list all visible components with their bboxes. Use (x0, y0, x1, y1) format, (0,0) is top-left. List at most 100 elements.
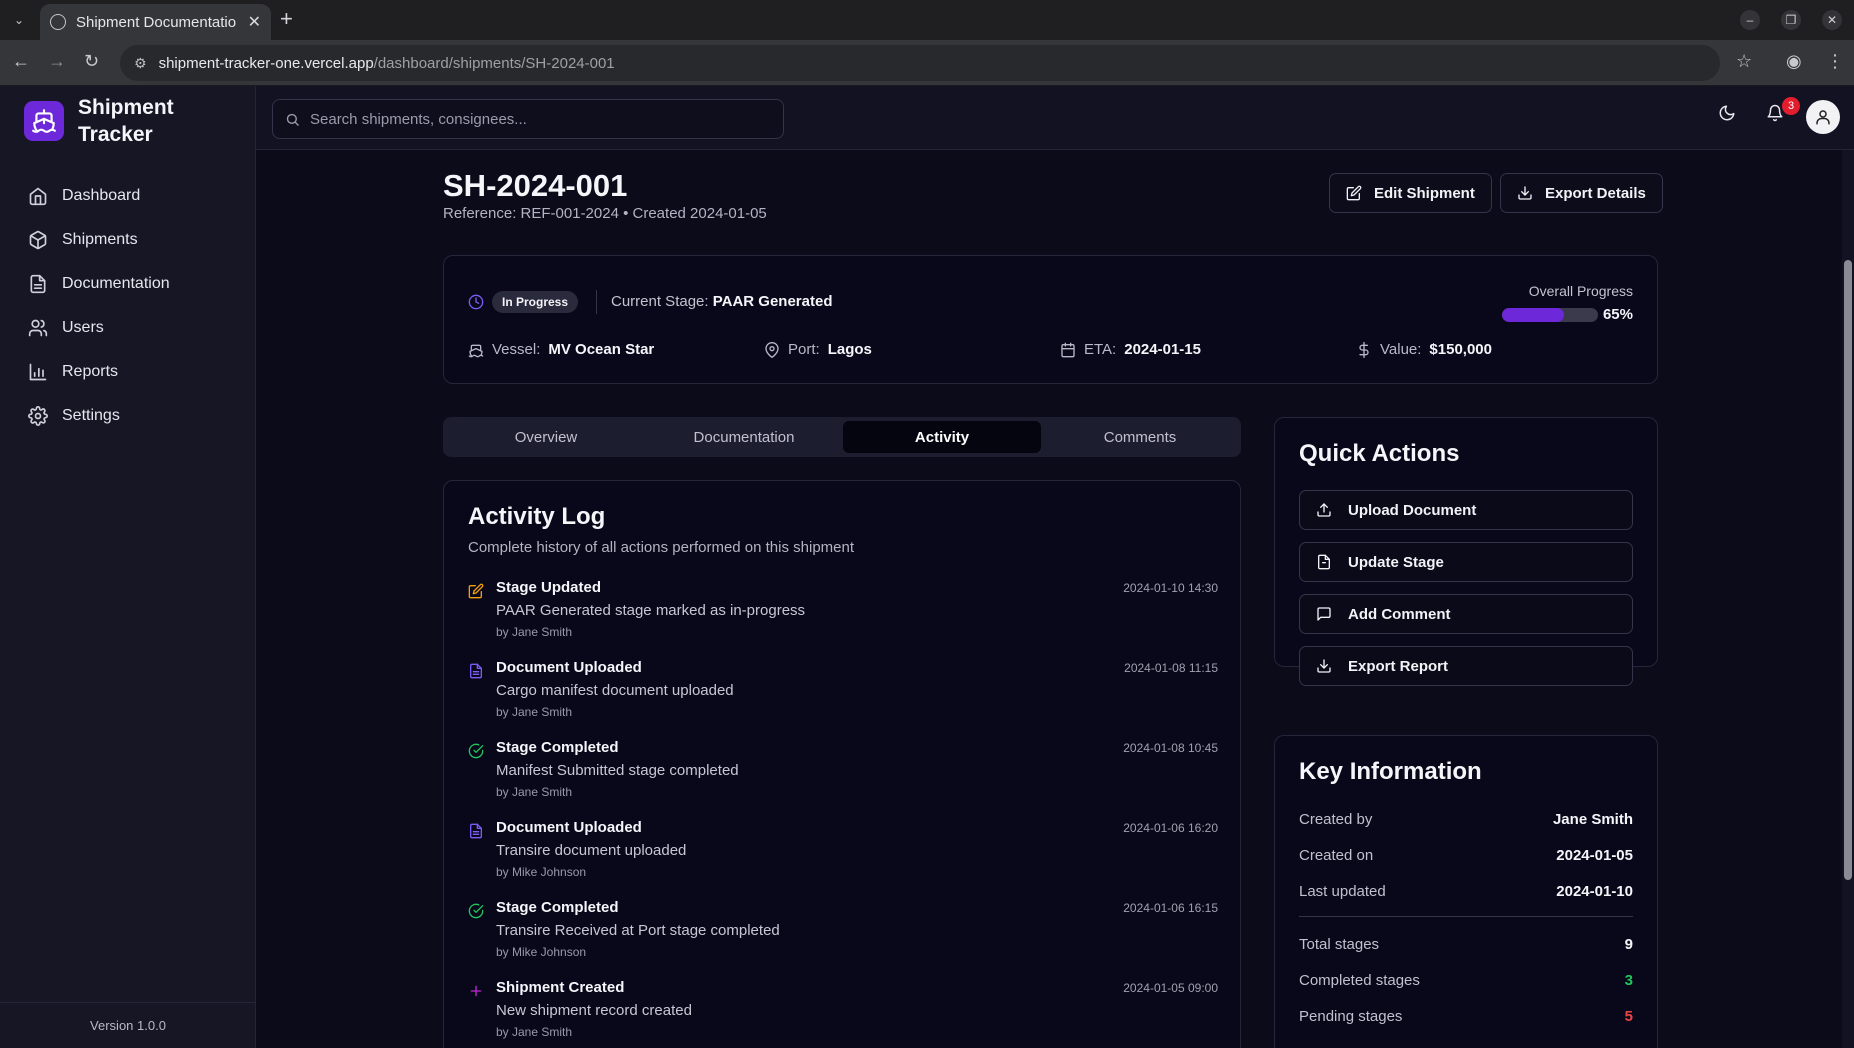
activity-title: Stage Completed (496, 899, 619, 916)
stats-value: 5 (1624, 1008, 1633, 1025)
export-report-button[interactable]: Export Report (1299, 646, 1633, 686)
menu-kebab-icon[interactable]: ⋮ (1826, 51, 1844, 72)
page-subtitle: Reference: REF-001-2024 • Created 2024-0… (443, 205, 767, 222)
add-comment-label: Add Comment (1348, 605, 1451, 623)
update-stage-button[interactable]: Update Stage (1299, 542, 1633, 582)
back-icon[interactable]: ← (12, 51, 30, 72)
check-circle-icon (468, 743, 484, 759)
tab-overview[interactable]: Overview (447, 421, 645, 453)
activity-author: by Mike Johnson (496, 945, 587, 959)
activity-author: by Mike Johnson (496, 865, 587, 879)
url-field[interactable]: ⚙ shipment-tracker-one.vercel.app/dashbo… (120, 45, 1720, 81)
activity-log-title: Activity Log (468, 503, 606, 530)
bookmark-star-icon[interactable]: ☆ (1736, 51, 1752, 72)
eta-value: 2024-01-15 (1124, 341, 1201, 358)
export-details-button[interactable]: Export Details (1500, 173, 1663, 213)
plus-icon (470, 985, 482, 997)
upload-document-button[interactable]: Upload Document (1299, 490, 1633, 530)
value-label: Value: (1380, 341, 1422, 358)
edit-icon (1346, 185, 1362, 201)
sidebar-item-settings[interactable]: Settings (0, 394, 256, 438)
shipment-status-card: In Progress Current Stage: PAAR Generate… (443, 255, 1658, 384)
sidebar-item-users[interactable]: Users (0, 306, 256, 350)
divider (1299, 916, 1633, 917)
activity-title: Stage Updated (496, 579, 602, 596)
value-value: $150,000 (1429, 341, 1492, 358)
activity-description: Transire Received at Port stage complete… (496, 922, 780, 939)
key-information-card: Key Information Created by Jane Smith Cr… (1274, 735, 1658, 1048)
stats-row: Completed stages 3 (1299, 972, 1633, 989)
restore-icon[interactable]: ❐ (1781, 10, 1801, 30)
brand[interactable]: Shipment Tracker (24, 94, 218, 148)
export-details-label: Export Details (1545, 184, 1646, 202)
close-tab-icon[interactable]: ✕ (248, 12, 261, 32)
file-icon (470, 823, 482, 839)
key-info-label: Last updated (1299, 883, 1386, 900)
eta-label: ETA: (1084, 341, 1117, 358)
file-icon (1318, 554, 1330, 570)
edit-shipment-button[interactable]: Edit Shipment (1329, 173, 1492, 213)
user-avatar[interactable] (1806, 100, 1840, 134)
dark-mode-moon-icon[interactable] (1718, 104, 1736, 127)
app-version: Version 1.0.0 (0, 1002, 256, 1048)
current-stage-value: PAAR Generated (712, 293, 833, 310)
activity-item: Stage Completed Manifest Submitted stage… (468, 739, 1218, 809)
site-info-icon[interactable]: ⚙ (134, 55, 147, 72)
search-input[interactable] (310, 110, 750, 128)
key-info-label: Created by (1299, 811, 1373, 828)
port-info: Port: Lagos (764, 341, 872, 358)
forward-icon[interactable]: → (48, 51, 66, 72)
tab-list-chevron-icon[interactable]: ⌄ (8, 9, 30, 31)
key-info-value: Jane Smith (1552, 811, 1633, 828)
globe-icon (50, 14, 66, 30)
search-box[interactable] (272, 99, 784, 139)
page-scrollbar[interactable] (1842, 150, 1854, 1048)
sidebar-item-shipments[interactable]: Shipments (0, 218, 256, 262)
main-content: SH-2024-001 Reference: REF-001-2024 • Cr… (256, 150, 1842, 1048)
sidebar-item-documentation[interactable]: Documentation (0, 262, 256, 306)
close-window-icon[interactable]: ✕ (1822, 10, 1842, 30)
home-icon (29, 187, 47, 206)
activity-item: Shipment Created New shipment record cre… (468, 979, 1218, 1048)
sidebar-item-label: Dashboard (62, 187, 141, 204)
download-icon (1317, 659, 1331, 673)
current-stage-label: Current Stage: (611, 293, 709, 310)
new-tab-icon[interactable]: + (280, 8, 293, 30)
activity-timestamp: 2024-01-06 16:15 (1123, 901, 1218, 915)
reload-icon[interactable]: ↻ (84, 51, 99, 72)
url-host: shipment-tracker-one.vercel.app (158, 54, 374, 72)
update-stage-label: Update Stage (1348, 553, 1444, 571)
ship-icon (468, 344, 484, 357)
minimize-icon[interactable]: – (1740, 10, 1760, 30)
check-circle-icon (468, 903, 484, 919)
sidebar-item-dashboard[interactable]: Dashboard (0, 174, 256, 218)
tab-activity[interactable]: Activity (843, 421, 1041, 453)
key-information-title: Key Information (1299, 758, 1482, 785)
activity-author: by Jane Smith (496, 785, 573, 799)
add-comment-button[interactable]: Add Comment (1299, 594, 1633, 634)
detail-tabs: Overview Documentation Activity Comments (443, 417, 1241, 457)
tab-title: Shipment Documentatio (76, 13, 237, 31)
activity-description: PAAR Generated stage marked as in-progre… (496, 602, 806, 619)
activity-item: Document Uploaded Cargo manifest documen… (468, 659, 1218, 729)
stats-label: Pending stages (1299, 1008, 1403, 1025)
url-path: /dashboard/shipments/SH-2024-001 (373, 54, 615, 72)
sidebar-item-reports[interactable]: Reports (0, 350, 256, 394)
notification-count-badge: 3 (1782, 97, 1800, 115)
key-info-value: 2024-01-10 (1556, 883, 1633, 900)
tab-documentation[interactable]: Documentation (645, 421, 843, 453)
browser-tab[interactable]: Shipment Documentatio ✕ (40, 4, 271, 40)
activity-item: Stage Completed Transire Received at Por… (468, 899, 1218, 969)
scrollbar-thumb[interactable] (1844, 260, 1852, 880)
profile-icon[interactable]: ◉ (1786, 51, 1802, 72)
tab-comments[interactable]: Comments (1041, 421, 1239, 453)
dollar-icon (1359, 341, 1369, 358)
activity-title: Stage Completed (496, 739, 619, 756)
sidebar-item-label: Settings (62, 407, 120, 424)
sidebar-nav: Dashboard Shipments Documentation Users … (0, 174, 256, 438)
file-text-icon (30, 274, 46, 294)
activity-author: by Jane Smith (496, 625, 573, 639)
sidebar: Shipment Tracker Dashboard Shipments Doc… (0, 86, 256, 1048)
activity-timestamp: 2024-01-06 16:20 (1123, 821, 1218, 835)
clock-icon (468, 294, 484, 310)
